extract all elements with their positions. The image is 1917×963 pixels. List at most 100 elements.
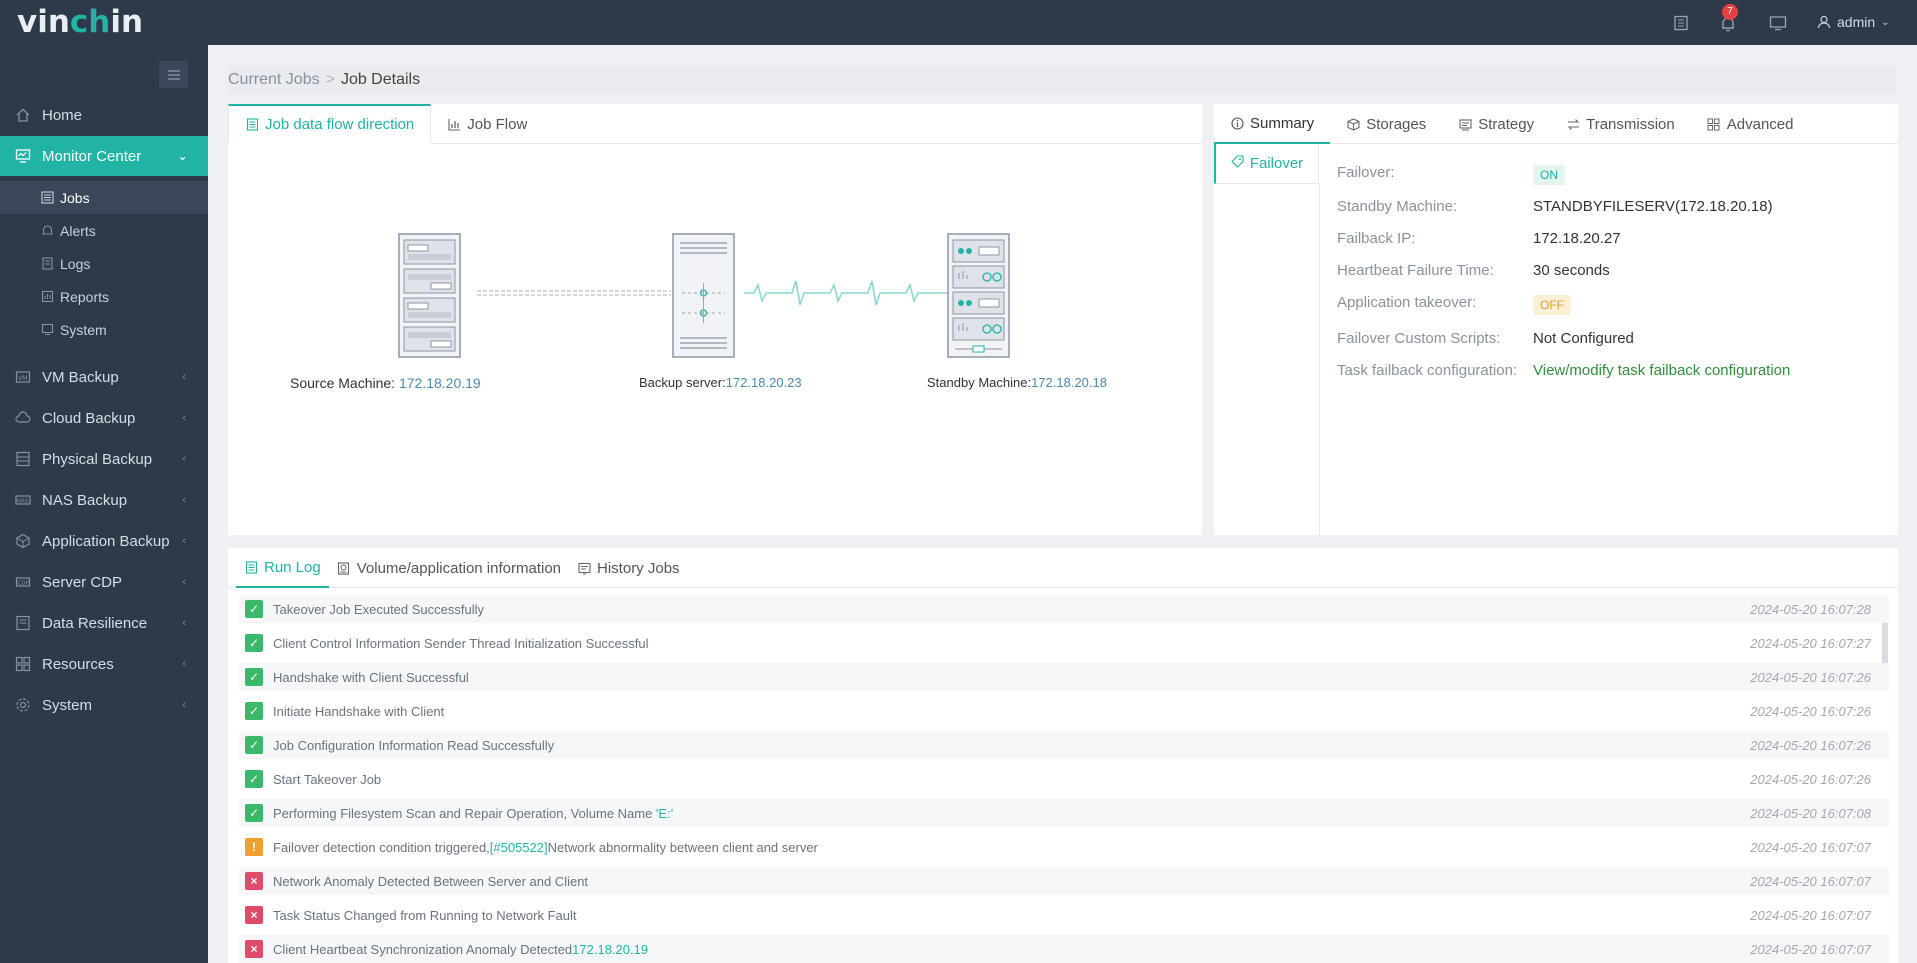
log-row: × Client Heartbeat Synchronization Anoma… <box>239 935 1889 963</box>
info-icon <box>1230 116 1244 130</box>
transfer-icon <box>1566 117 1580 131</box>
notification-bell-icon[interactable]: 7 <box>1718 4 1738 34</box>
cloud-icon <box>14 409 32 427</box>
application-takeover-badge: OFF <box>1533 295 1571 315</box>
history-icon <box>577 561 591 575</box>
check-icon: ✓ <box>245 634 263 652</box>
log-panel: Run Log Volume/application information H… <box>228 548 1898 963</box>
breadcrumb-separator: > <box>325 70 335 88</box>
source-machine-icon[interactable] <box>398 233 461 358</box>
chevron-left-icon: ‹ <box>182 453 186 465</box>
check-icon: ✓ <box>245 668 263 686</box>
resilience-icon <box>14 614 32 632</box>
sidebar-collapse-button[interactable] <box>159 61 188 88</box>
page-title: Job Details <box>340 70 421 88</box>
breadcrumb-current-jobs[interactable]: Current Jobs <box>228 71 320 89</box>
screen-icon[interactable] <box>1768 13 1788 33</box>
backup-server-ip[interactable]: 172.18.20.23 <box>726 375 802 390</box>
chevron-left-icon: ‹ <box>182 658 186 670</box>
summary-panel: Summary Storages Strategy Transmission A… <box>1214 104 1898 535</box>
sidebar-subitem-logs[interactable]: Logs <box>0 247 208 280</box>
chevron-left-icon: ‹ <box>182 699 186 711</box>
sidebar-item-application-backup[interactable]: Application Backup ‹ <box>0 521 208 561</box>
backup-server-icon[interactable] <box>672 233 735 358</box>
tab-strategy[interactable]: Strategy <box>1442 104 1550 144</box>
application-takeover-row: Application takeover: OFF <box>1337 290 1571 315</box>
svg-text:NAS: NAS <box>17 499 29 505</box>
sidebar-item-server-cdp[interactable]: CDP Server CDP ‹ <box>0 562 208 602</box>
sidebar-item-physical-backup[interactable]: Physical Backup ‹ <box>0 439 208 479</box>
warning-icon: ! <box>245 838 263 856</box>
sidebar-item-nas-backup[interactable]: NAS NAS Backup ‹ <box>0 480 208 520</box>
nas-icon: NAS <box>14 491 32 509</box>
sidebar-subitem-reports[interactable]: Reports <box>0 280 208 313</box>
chevron-left-icon: ‹ <box>182 535 186 547</box>
physical-icon <box>14 450 32 468</box>
log-row: ✓ Handshake with Client Successful 2024-… <box>239 663 1889 691</box>
tab-job-data-flow-direction[interactable]: Job data flow direction <box>228 104 432 144</box>
document-icon <box>245 117 259 131</box>
vinchin-logo[interactable]: vinchin <box>17 4 143 40</box>
sidebar-subitem-jobs[interactable]: Jobs <box>0 181 208 214</box>
sidebar-item-home[interactable]: Home <box>0 95 208 135</box>
standby-machine-icon[interactable] <box>947 233 1010 358</box>
sidebar: Home Monitor Center ⌄ Jobs Alerts Logs R… <box>0 45 208 963</box>
error-icon: × <box>245 906 263 924</box>
sidebar-subitem-system[interactable]: System <box>0 313 208 346</box>
chevron-left-icon: ‹ <box>182 371 186 383</box>
tab-job-flow[interactable]: Job Flow <box>431 104 543 144</box>
tab-volume-application-information[interactable]: Volume/application information <box>329 548 569 588</box>
error-icon: × <box>245 940 263 958</box>
sidebar-item-system[interactable]: System ‹ <box>0 685 208 725</box>
log-row: ✓ Performing Filesystem Scan and Repair … <box>239 799 1889 827</box>
log-row: ✓ Client Control Information Sender Thre… <box>239 629 1889 657</box>
log-row: × Network Anomaly Detected Between Serve… <box>239 867 1889 895</box>
reports-icon <box>40 290 54 304</box>
home-icon <box>14 106 32 124</box>
gear-icon <box>14 696 32 714</box>
cdp-icon: CDP <box>14 573 32 591</box>
side-tab-divider <box>1319 184 1320 535</box>
sidebar-item-vm-backup[interactable]: VM VM Backup ‹ <box>0 357 208 397</box>
chevron-left-icon: ‹ <box>182 494 186 506</box>
grid-icon <box>1707 117 1721 131</box>
sidebar-item-data-resilience[interactable]: Data Resilience ‹ <box>0 603 208 643</box>
log-row: ✓ Start Takeover Job 2024-05-20 16:07:26 <box>239 765 1889 793</box>
sidebar-item-resources[interactable]: Resources ‹ <box>0 644 208 684</box>
username: admin <box>1837 14 1876 30</box>
sidebar-item-cloud-backup[interactable]: Cloud Backup ‹ <box>0 398 208 438</box>
sidebar-item-monitor-center[interactable]: Monitor Center ⌄ <box>0 136 208 176</box>
log-row: × Task Status Changed from Running to Ne… <box>239 901 1889 929</box>
disk-icon <box>337 561 351 575</box>
document-icon <box>244 560 258 574</box>
chevron-left-icon: ‹ <box>182 617 186 629</box>
view-modify-failback-link[interactable]: View/modify task failback configuration <box>1533 362 1790 379</box>
sidebar-subitem-alerts[interactable]: Alerts <box>0 214 208 247</box>
failover-custom-scripts-row: Failover Custom Scripts: Not Configured <box>1337 329 1634 347</box>
tab-advanced[interactable]: Advanced <box>1691 104 1810 144</box>
tab-summary[interactable]: Summary <box>1214 104 1331 144</box>
tab-run-log[interactable]: Run Log <box>236 548 329 588</box>
user-menu[interactable]: admin ⌄ <box>1817 14 1890 30</box>
source-machine-ip[interactable]: 172.18.20.19 <box>399 375 481 391</box>
standby-machine-ip[interactable]: 172.18.20.18 <box>1031 375 1107 390</box>
log-tabs: Run Log Volume/application information H… <box>228 548 1898 588</box>
tab-failover[interactable]: Failover <box>1214 144 1319 184</box>
event-code-link[interactable]: [#505522] <box>490 840 548 855</box>
tab-storages[interactable]: Storages <box>1330 104 1442 144</box>
task-failback-configuration-row: Task failback configuration: View/modify… <box>1337 361 1791 379</box>
data-flow-connector <box>477 290 671 296</box>
check-icon: ✓ <box>245 702 263 720</box>
check-icon: ✓ <box>245 804 263 822</box>
log-row: ✓ Initiate Handshake with Client 2024-05… <box>239 697 1889 725</box>
svg-text:CDP: CDP <box>18 581 30 587</box>
tag-icon <box>1231 155 1244 172</box>
task-list-icon[interactable] <box>1671 13 1691 33</box>
bar-chart-icon <box>447 117 461 131</box>
flow-tabs: Job data flow direction Job Flow <box>228 104 1202 144</box>
tab-transmission[interactable]: Transmission <box>1550 104 1691 144</box>
box-icon <box>1346 117 1360 131</box>
tab-history-jobs[interactable]: History Jobs <box>569 548 688 588</box>
failback-ip-row: Failback IP: 172.18.20.27 <box>1337 229 1621 247</box>
failover-row: Failover: ON <box>1337 160 1565 185</box>
